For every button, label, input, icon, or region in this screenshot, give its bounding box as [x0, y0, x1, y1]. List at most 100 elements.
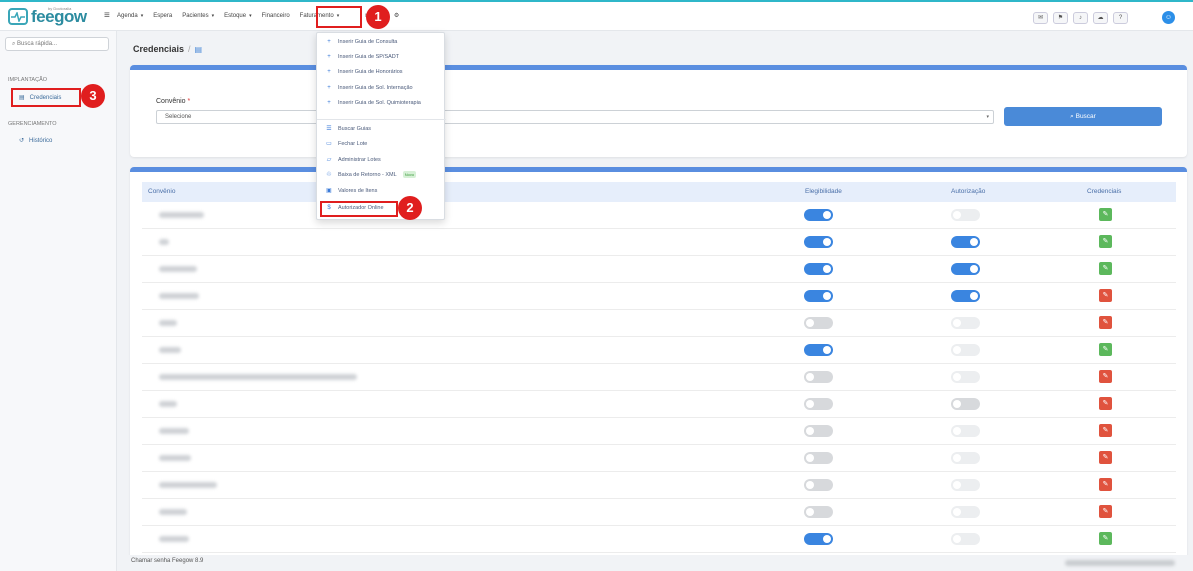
- menu-espera[interactable]: Espera: [153, 12, 172, 21]
- elegibilidade-toggle[interactable]: [804, 344, 833, 356]
- main-content: Credenciais / ▤ Convênio * Selecione ▾ ⌕ B…: [118, 31, 1193, 571]
- dropdown-item-label: Fechar Lote: [338, 140, 368, 147]
- chat-icon[interactable]: ☁: [1093, 12, 1108, 24]
- elegibilidade-toggle[interactable]: [804, 533, 833, 545]
- dropdown-item[interactable]: ▣ Valores de Itens: [326, 187, 377, 195]
- edit-credentials-button[interactable]: ✎: [1099, 397, 1112, 410]
- convenio-select[interactable]: Selecione ▾: [156, 110, 994, 124]
- elegibilidade-toggle[interactable]: [804, 236, 833, 248]
- autorizacao-toggle[interactable]: [951, 506, 980, 518]
- table-row: ✎: [142, 229, 1176, 256]
- convenio-name-blurred: [159, 482, 217, 488]
- table-row: ✎: [142, 364, 1176, 391]
- autorizacao-toggle[interactable]: [951, 263, 980, 275]
- menu-financeiro[interactable]: Financeiro: [262, 12, 290, 21]
- table-row: ✎: [142, 310, 1176, 337]
- bell-icon[interactable]: ♪: [1073, 12, 1088, 24]
- convenio-name-blurred: [159, 266, 197, 272]
- autorizacao-toggle[interactable]: [951, 371, 980, 383]
- autorizacao-toggle[interactable]: [951, 533, 980, 545]
- table-row: ✎: [142, 283, 1176, 310]
- flag-icon[interactable]: ⚑: [1053, 12, 1068, 24]
- elegibilidade-toggle[interactable]: [804, 506, 833, 518]
- dropdown-item[interactable]: ▱ Administrar Lotes: [326, 156, 381, 164]
- logo-subtitle: by Doctoralia: [48, 6, 72, 11]
- history-icon: ↺: [19, 138, 25, 144]
- search-button[interactable]: ⌕ Buscar: [1004, 107, 1162, 126]
- dropdown-item[interactable]: + Inserir Guia de SP/SADT: [326, 54, 399, 60]
- autorizacao-toggle[interactable]: [951, 236, 980, 248]
- elegibilidade-toggle[interactable]: [804, 317, 833, 329]
- convenio-name-blurred: [159, 428, 189, 434]
- menu-item-icon: ♲: [326, 172, 332, 178]
- autorizacao-toggle[interactable]: [951, 479, 980, 491]
- elegibilidade-toggle[interactable]: [804, 479, 833, 491]
- settings-icon[interactable]: ⚙: [394, 12, 399, 21]
- hamburger-menu-icon[interactable]: ≡: [104, 11, 110, 21]
- edit-credentials-button[interactable]: ✎: [1099, 208, 1112, 221]
- autorizacao-toggle[interactable]: [951, 344, 980, 356]
- edit-credentials-button[interactable]: ✎: [1099, 370, 1112, 383]
- dropdown-item-label: Buscar Guias: [338, 125, 372, 132]
- filter-card: Convênio * Selecione ▾ ⌕ Buscar: [130, 65, 1187, 157]
- plus-icon: +: [327, 69, 331, 75]
- convenio-name-blurred: [159, 212, 204, 218]
- autorizacao-toggle[interactable]: [951, 425, 980, 437]
- highlight-faturamento: [316, 6, 362, 28]
- dropdown-item[interactable]: + Inserir Guia de Honorários: [326, 69, 402, 75]
- convenio-name-blurred: [159, 455, 191, 461]
- dropdown-item[interactable]: + Inserir Guia de Sol. Quimioterapia: [326, 100, 421, 106]
- autorizacao-toggle[interactable]: [951, 317, 980, 329]
- sidebar-section-gerenciamento: GERENCIAMENTO: [8, 121, 57, 127]
- dropdown-item-label: Inserir Guia de Sol. Quimioterapia: [338, 100, 421, 106]
- help-icon[interactable]: ?: [1113, 12, 1128, 24]
- edit-credentials-button[interactable]: ✎: [1099, 289, 1112, 302]
- edit-credentials-button[interactable]: ✎: [1099, 343, 1112, 356]
- mail-icon[interactable]: ✉: [1033, 12, 1048, 24]
- table-row: ✎: [142, 337, 1176, 364]
- table-row: ✎: [142, 472, 1176, 499]
- user-avatar[interactable]: ☺: [1162, 11, 1175, 24]
- menu-pacientes[interactable]: Pacientes ▾: [182, 12, 214, 21]
- annotation-number-3: 3: [81, 84, 105, 108]
- col-autorizacao: Autorização: [951, 188, 986, 195]
- edit-credentials-button[interactable]: ✎: [1099, 478, 1112, 491]
- dropdown-divider: [317, 119, 446, 120]
- elegibilidade-toggle[interactable]: [804, 398, 833, 410]
- autorizacao-toggle[interactable]: [951, 452, 980, 464]
- elegibilidade-toggle[interactable]: [804, 425, 833, 437]
- convenio-name-blurred: [159, 347, 181, 353]
- autorizacao-toggle[interactable]: [951, 290, 980, 302]
- dropdown-item[interactable]: ▭ Fechar Lote: [326, 140, 368, 148]
- dropdown-item[interactable]: + Inserir Guia de Consulta: [326, 39, 397, 45]
- edit-credentials-button[interactable]: ✎: [1099, 262, 1112, 275]
- dropdown-item[interactable]: + Inserir Guia de Sol. Internação: [326, 85, 412, 91]
- dropdown-item[interactable]: ☰ Buscar Guias: [326, 125, 372, 133]
- menu-agenda[interactable]: Agenda ▾: [117, 12, 143, 21]
- breadcrumb: Credenciais / ▤: [133, 44, 203, 54]
- autorizacao-toggle[interactable]: [951, 209, 980, 221]
- menu-item-icon: ▭: [326, 141, 332, 147]
- sidebar-item-historico[interactable]: ↺ Histórico: [19, 137, 52, 145]
- autorizacao-toggle[interactable]: [951, 398, 980, 410]
- document-icon: ▤: [194, 45, 203, 54]
- elegibilidade-toggle[interactable]: [804, 263, 833, 275]
- elegibilidade-toggle[interactable]: [804, 371, 833, 383]
- edit-credentials-button[interactable]: ✎: [1099, 316, 1112, 329]
- footer-text: Chamar senha Feegow 8.9: [131, 558, 204, 564]
- elegibilidade-toggle[interactable]: [804, 452, 833, 464]
- edit-credentials-button[interactable]: ✎: [1099, 424, 1112, 437]
- edit-credentials-button[interactable]: ✎: [1099, 235, 1112, 248]
- edit-credentials-button[interactable]: ✎: [1099, 451, 1112, 464]
- elegibilidade-toggle[interactable]: [804, 290, 833, 302]
- dropdown-item[interactable]: ♲ Baixa de Retorno - XML Novo: [326, 171, 417, 178]
- feegow-logo[interactable]: feegow by Doctoralia: [8, 6, 87, 25]
- edit-credentials-button[interactable]: ✎: [1099, 505, 1112, 518]
- plus-icon: +: [327, 39, 331, 45]
- edit-credentials-button[interactable]: ✎: [1099, 532, 1112, 545]
- highlight-credenciais: [11, 88, 81, 107]
- credentials-table-card: Convênio Elegibilidade Autorização Crede…: [130, 167, 1187, 571]
- elegibilidade-toggle[interactable]: [804, 209, 833, 221]
- menu-estoque[interactable]: Estoque ▾: [224, 12, 252, 21]
- quick-search-input[interactable]: ⌕ Busca rápida...: [5, 37, 109, 51]
